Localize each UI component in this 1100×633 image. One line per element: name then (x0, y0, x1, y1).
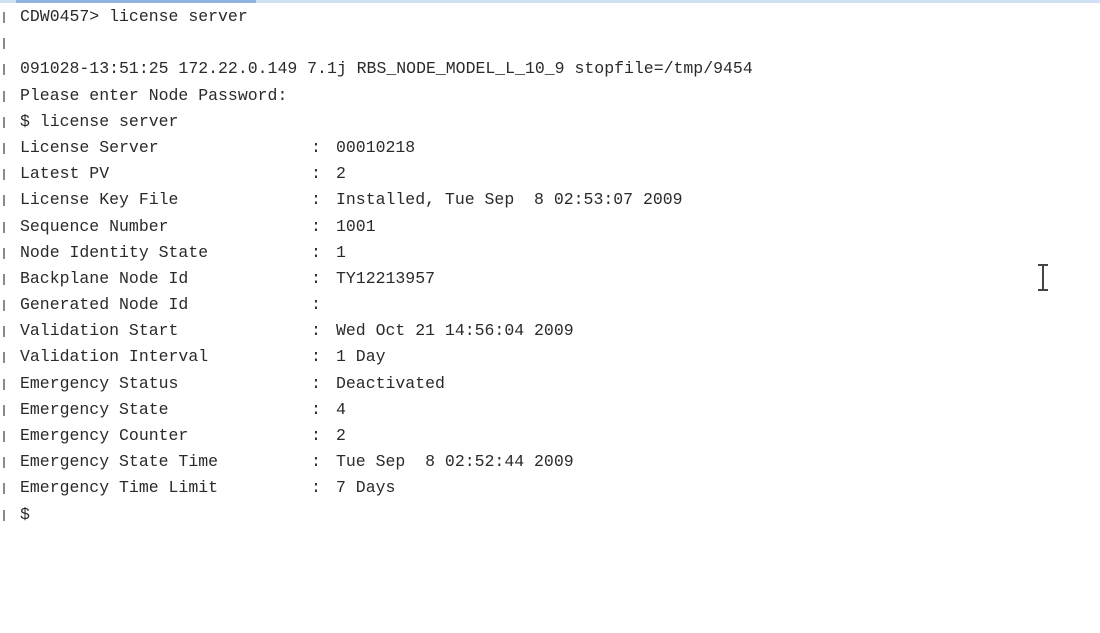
field-value: Installed, Tue Sep 8 02:53:07 2009 (336, 190, 683, 210)
gutter-mark (3, 352, 5, 364)
field-row: Emergency State : 4 (0, 397, 1100, 423)
field-row: Emergency State Time : Tue Sep 8 02:52:4… (0, 449, 1100, 475)
gutter-mark (3, 326, 5, 338)
gutter-mark (3, 12, 5, 23)
field-value: 2 (336, 164, 346, 184)
field-value: Deactivated (336, 373, 445, 393)
field-row: Emergency Status : Deactivated (0, 371, 1100, 397)
field-value: 2 (336, 426, 346, 445)
gutter-mark (3, 247, 5, 259)
gutter-mark (3, 300, 5, 312)
field-value: 1001 (336, 216, 376, 236)
gutter-mark (3, 457, 5, 469)
gutter-mark (3, 38, 5, 50)
field-row: Emergency Counter : 2 (0, 423, 1100, 449)
command-text: $ license server (20, 111, 179, 131)
field-separator: : (311, 321, 321, 341)
gutter-mark (3, 142, 5, 154)
field-separator: : (311, 268, 321, 288)
field-row: Validation Start : Wed Oct 21 14:56:04 2… (0, 318, 1100, 344)
header-text: 091028-13:51:25 172.22.0.149 7.1j RBS_NO… (20, 59, 753, 79)
field-value: 7 Days (336, 478, 396, 498)
field-label: Latest PV (20, 164, 110, 184)
field-label: Emergency Status (20, 373, 179, 393)
gutter-mark (3, 64, 5, 76)
field-value: TY12213957 (336, 268, 436, 288)
field-separator: : (311, 164, 321, 184)
field-row: Node Identity State : 1 (0, 240, 1100, 266)
gutter-mark (3, 273, 5, 285)
field-row: Emergency Time Limit : 7 Days (0, 475, 1100, 501)
terminal-line-command: $ license server (0, 109, 1100, 135)
gutter-mark (3, 90, 5, 102)
tab-accent (16, 0, 256, 3)
field-separator: : (311, 347, 321, 367)
field-value: 1 (336, 242, 346, 262)
field-row: Validation Interval : 1 Day (0, 344, 1100, 370)
terminal-line-blank (0, 30, 1100, 56)
window-top-border (0, 0, 1100, 3)
gutter-mark (3, 431, 5, 442)
field-separator: : (311, 426, 321, 445)
gutter-mark (3, 195, 5, 207)
field-separator: : (311, 242, 321, 262)
i-beam-cursor-icon (1036, 262, 1050, 292)
field-row: Generated Node Id : (0, 292, 1100, 318)
field-separator: : (311, 452, 321, 472)
gutter-mark (3, 509, 5, 521)
field-row: Latest PV : 2 (0, 161, 1100, 187)
field-value: 1 Day (336, 347, 386, 367)
field-separator: : (311, 373, 321, 393)
final-prompt-text: $ (20, 504, 30, 524)
gutter-mark (3, 483, 5, 495)
field-value: 4 (336, 399, 346, 419)
field-separator: : (311, 478, 321, 498)
terminal-window: { "terminal": { "prompt_line": "CDW0457>… (0, 0, 1100, 539)
gutter-mark (3, 404, 5, 416)
field-value: Tue Sep 8 02:52:44 2009 (336, 452, 574, 472)
field-separator: : (311, 190, 321, 210)
gutter-mark (3, 169, 5, 181)
field-label: Validation Interval (20, 347, 209, 367)
field-label: License Server (20, 137, 159, 157)
prompt-text: CDW0457> license server (20, 7, 248, 26)
field-separator: : (311, 137, 321, 157)
terminal-output[interactable]: CDW0457> license server 091028-13:51:25 … (0, 4, 1100, 539)
field-label: Validation Start (20, 321, 179, 341)
field-separator: : (311, 399, 321, 419)
terminal-line-password: Please enter Node Password: (0, 83, 1100, 109)
field-separator: : (311, 216, 321, 236)
gutter-mark (3, 378, 5, 390)
terminal-line-prompt: CDW0457> license server (0, 4, 1100, 30)
field-label: Generated Node Id (20, 295, 189, 315)
field-label: Emergency State Time (20, 452, 219, 472)
field-row: License Server : 00010218 (0, 135, 1100, 161)
field-label: Emergency Time Limit (20, 478, 219, 498)
field-label: Node Identity State (20, 242, 209, 262)
field-separator: : (311, 295, 321, 315)
field-row: Sequence Number : 1001 (0, 214, 1100, 240)
gutter-mark (3, 116, 5, 128)
field-row: Backplane Node Id : TY12213957 (0, 266, 1100, 292)
terminal-line-header: 091028-13:51:25 172.22.0.149 7.1j RBS_NO… (0, 56, 1100, 82)
field-label: Backplane Node Id (20, 268, 189, 288)
field-label: Emergency State (20, 399, 169, 419)
field-value: Wed Oct 21 14:56:04 2009 (336, 321, 574, 341)
field-label: License Key File (20, 190, 179, 210)
field-row: License Key File : Installed, Tue Sep 8 … (0, 187, 1100, 213)
license-fields: License Server : 00010218 Latest PV : 2 … (0, 135, 1100, 502)
gutter-mark (3, 221, 5, 233)
password-prompt-text: Please enter Node Password: (20, 85, 288, 105)
terminal-line-final-prompt: $ (0, 502, 1100, 528)
field-label: Emergency Counter (20, 426, 189, 445)
field-label: Sequence Number (20, 216, 169, 236)
i-beam-stem (1042, 264, 1044, 290)
field-value: 00010218 (336, 137, 416, 157)
i-beam-cap-bottom (1038, 289, 1048, 291)
